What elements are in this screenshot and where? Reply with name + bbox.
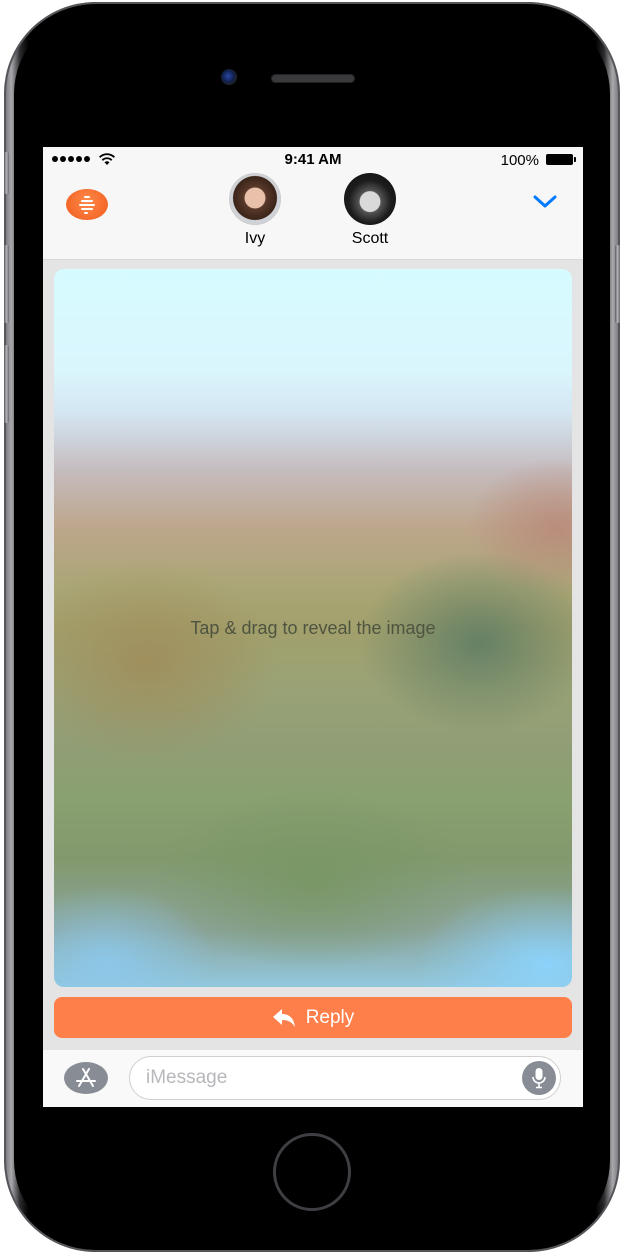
reply-label: Reply <box>305 1006 355 1028</box>
avatar-scott <box>344 173 396 225</box>
reveal-hint: Tap & drag to reveal the image <box>190 618 436 638</box>
status-bar: 9:41 AM 100% <box>43 147 583 173</box>
messages-screen: 9:41 AM 100% Ivy Scott Tap & drag to rev… <box>43 147 583 1107</box>
battery-icon <box>546 154 576 165</box>
volume-up-button <box>4 245 9 323</box>
microphone-icon <box>532 1068 546 1089</box>
contact-ivy[interactable]: Ivy <box>215 173 295 248</box>
battery-percent: 100% <box>500 152 539 169</box>
message-app-icon[interactable] <box>66 189 108 220</box>
hidden-image-message[interactable]: Tap & drag to reveal the image <box>54 269 572 987</box>
front-camera <box>221 69 237 85</box>
contact-scott[interactable]: Scott <box>330 173 410 248</box>
contact-name: Scott <box>351 230 389 247</box>
conversation-header: Ivy Scott <box>43 173 583 260</box>
avatar-ivy <box>229 173 281 225</box>
imessage-placeholder: iMessage <box>146 1067 228 1088</box>
volume-down-button <box>4 345 9 423</box>
chevron-down-icon[interactable] <box>533 195 557 209</box>
contact-name: Ivy <box>244 230 266 247</box>
reply-button[interactable]: Reply <box>54 997 572 1038</box>
reply-arrow-icon <box>272 1008 295 1027</box>
earpiece-speaker <box>271 74 355 83</box>
home-button[interactable] <box>273 1133 351 1211</box>
app-store-button[interactable] <box>64 1062 108 1094</box>
app-store-icon <box>76 1068 96 1087</box>
mute-switch <box>4 152 9 194</box>
microphone-button[interactable] <box>522 1061 556 1095</box>
power-button <box>615 245 620 323</box>
input-bar: iMessage <box>43 1050 583 1107</box>
imessage-input[interactable]: iMessage <box>129 1056 561 1100</box>
